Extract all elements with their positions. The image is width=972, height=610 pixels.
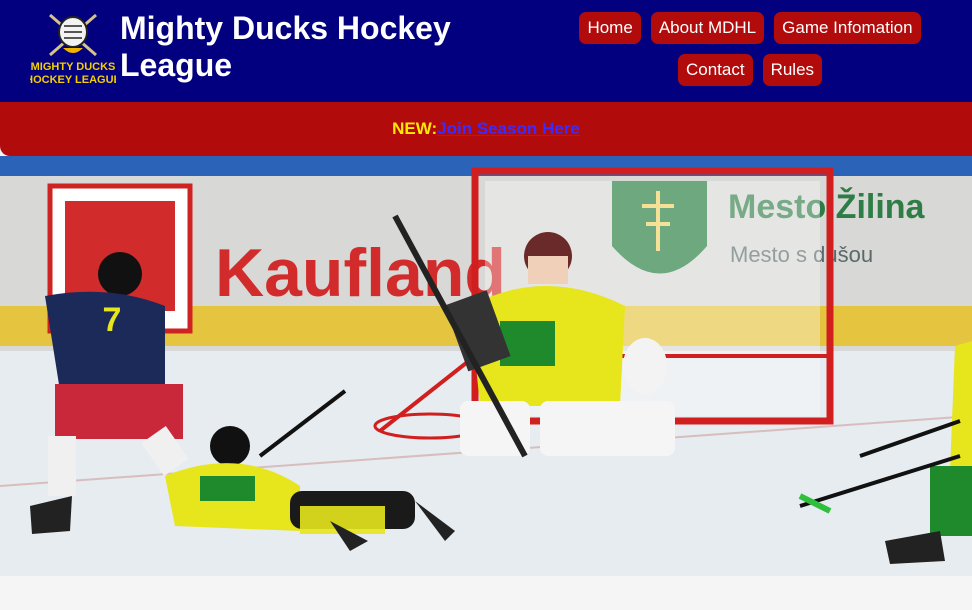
league-logo[interactable]: MIGHTY DUCKS HOCKEY LEAGUE (30, 10, 116, 90)
nav-contact-button[interactable]: Contact (677, 54, 753, 86)
nav-rules-button[interactable]: Rules (762, 54, 823, 86)
page-footer-space (0, 576, 972, 610)
site-title: Mighty Ducks Hockey League (120, 10, 480, 84)
site-title-line2: League (120, 47, 233, 83)
announcement-banner: NEW: Join Season Here (0, 102, 972, 156)
player-jersey-number: 7 (103, 301, 122, 339)
nav-home-button[interactable]: Home (579, 12, 641, 44)
site-header: MIGHTY DUCKS HOCKEY LEAGUE Mighty Ducks … (0, 0, 972, 102)
main-nav: Home About MDHL Game Infomation Contact … (540, 12, 960, 86)
nav-game-info-button[interactable]: Game Infomation (774, 12, 921, 44)
site-title-line1: Mighty Ducks Hockey (120, 10, 451, 46)
nav-about-button[interactable]: About MDHL (650, 12, 765, 44)
logo-text-line1: MIGHTY DUCKS (31, 61, 116, 73)
hockey-game-photo: Kaufland Mesto Žilina Mesto s dušou 7 (0, 156, 972, 576)
banner-new-label: NEW: (392, 119, 438, 138)
logo-text-line2: HOCKEY LEAGUE (30, 74, 116, 86)
hero-image: Kaufland Mesto Žilina Mesto s dušou 7 (0, 156, 972, 576)
join-season-link[interactable]: Join Season Here (437, 119, 580, 139)
